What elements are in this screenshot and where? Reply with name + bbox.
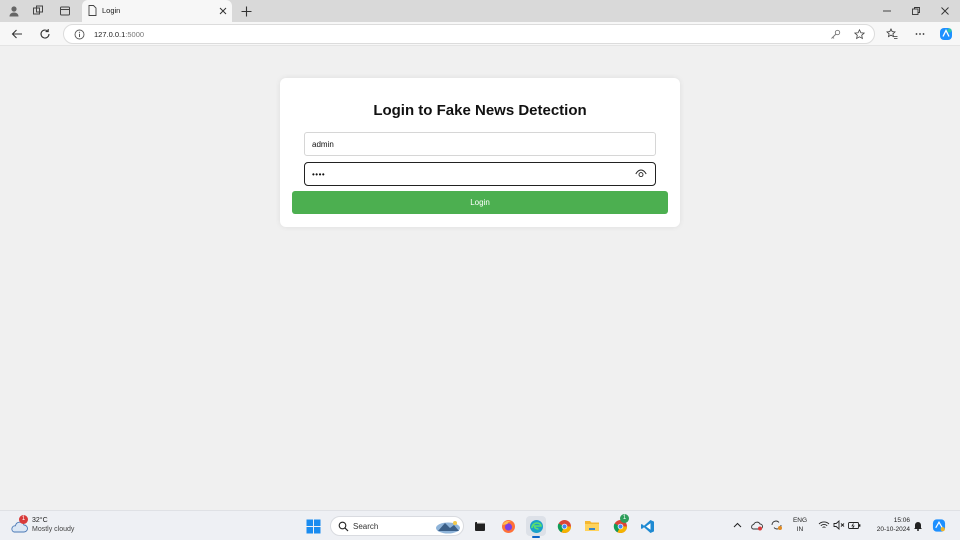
login-card: Login to Fake News Detection Login [280, 78, 680, 227]
more-icon[interactable] [912, 26, 928, 42]
back-icon[interactable] [9, 26, 25, 42]
refresh-icon[interactable] [37, 26, 53, 42]
page-icon [88, 5, 97, 16]
tab-login[interactable]: Login [82, 0, 232, 22]
browser-toolbar: 127.0.0.1:5000 [0, 22, 960, 46]
firefox-icon[interactable] [498, 516, 518, 536]
copilot-icon[interactable] [938, 26, 954, 42]
notification-bell-icon[interactable] [911, 518, 925, 532]
login-button[interactable]: Login [292, 191, 668, 214]
url-text: 127.0.0.1:5000 [94, 30, 145, 39]
chrome-badge: 1 [620, 514, 629, 523]
page-title: Login to Fake News Detection [373, 102, 587, 119]
onedrive-icon[interactable] [749, 518, 763, 532]
browser-tab-strip: Login [0, 0, 960, 22]
password-input[interactable] [304, 162, 656, 186]
windows-start-icon[interactable] [303, 516, 323, 536]
chrome-icon[interactable] [554, 516, 574, 536]
username-input[interactable] [304, 132, 656, 156]
search-label: Search [353, 522, 379, 531]
edge-icon[interactable] [526, 516, 546, 538]
close-icon[interactable] [217, 5, 228, 16]
weather-badge: 1 [19, 515, 28, 524]
new-tab-icon[interactable] [238, 3, 254, 19]
page-viewport: Login to Fake News Detection Login [0, 47, 960, 510]
clock[interactable]: 15:06 20-10-2024 [862, 516, 910, 534]
eye-icon[interactable] [635, 168, 647, 180]
weather-widget[interactable]: 1 32°C Mostly cloudy [10, 515, 100, 537]
search-icon [338, 521, 349, 532]
password-key-icon[interactable] [829, 28, 842, 41]
volume-icon[interactable] [832, 518, 846, 532]
favorites-icon[interactable] [884, 26, 900, 42]
vscode-icon[interactable] [637, 516, 657, 536]
task-view-icon[interactable] [470, 516, 490, 536]
minimize-icon[interactable] [879, 3, 895, 19]
info-icon[interactable] [74, 29, 85, 40]
file-explorer-icon[interactable] [582, 516, 602, 536]
tab-actions-icon[interactable] [57, 3, 73, 19]
clock-date: 20-10-2024 [876, 526, 910, 533]
update-icon[interactable] [769, 518, 783, 532]
workspaces-icon[interactable] [30, 3, 46, 19]
language-indicator[interactable]: ENG IN [789, 516, 811, 534]
chevron-up-icon[interactable] [730, 518, 744, 532]
restore-icon[interactable] [908, 3, 924, 19]
taskbar: 1 32°C Mostly cloudy Search 1 ENG IN 15:… [0, 510, 960, 540]
tab-title: Login [102, 6, 121, 15]
profile-icon[interactable] [6, 3, 22, 19]
clock-time: 15:06 [893, 517, 910, 524]
wifi-icon[interactable] [817, 518, 831, 532]
weather-temp: 32°C [32, 517, 48, 524]
copilot-taskbar-icon[interactable] [932, 518, 946, 532]
address-bar[interactable]: 127.0.0.1:5000 [63, 24, 875, 44]
battery-icon[interactable] [847, 518, 861, 532]
search-highlight-art [436, 521, 460, 534]
favorite-star-icon[interactable] [853, 28, 866, 41]
taskbar-search[interactable]: Search [330, 516, 464, 536]
weather-condition: Mostly cloudy [32, 526, 75, 533]
chrome-profile-icon[interactable]: 1 [610, 514, 630, 536]
window-close-icon[interactable] [937, 3, 953, 19]
